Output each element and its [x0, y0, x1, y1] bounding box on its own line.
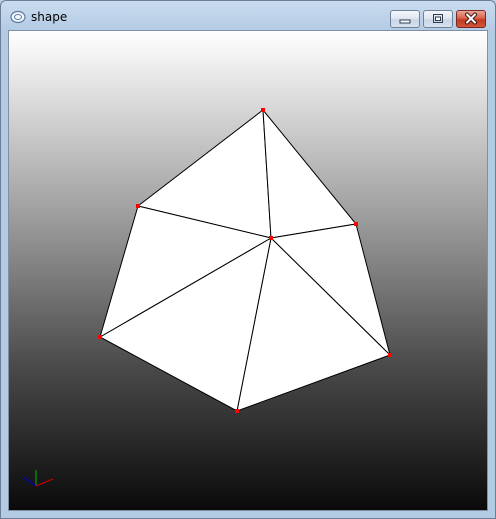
vertex-point [269, 236, 273, 240]
app-window: shape [0, 0, 496, 519]
minimize-icon [399, 19, 411, 24]
close-icon [465, 12, 477, 25]
3d-viewport[interactable] [8, 30, 488, 511]
minimize-button[interactable] [390, 10, 420, 28]
maximize-button[interactable] [423, 10, 453, 28]
z-axis-line [22, 476, 37, 487]
vertex-point [98, 335, 102, 339]
title-bar[interactable]: shape [1, 1, 495, 31]
vertex-point [235, 409, 239, 413]
mesh [98, 108, 391, 412]
vertex-point [354, 222, 358, 226]
axis-gizmo [22, 470, 54, 487]
window-title: shape [31, 10, 68, 24]
maximize-icon [433, 14, 443, 23]
triangle-face [262, 108, 357, 239]
vertex-point [136, 204, 140, 208]
vertex-point [261, 108, 265, 112]
close-button[interactable] [456, 10, 486, 28]
x-axis-line [35, 478, 54, 487]
vertex-point [388, 353, 392, 357]
shape-canvas[interactable] [9, 31, 488, 511]
app-icon [10, 10, 26, 24]
